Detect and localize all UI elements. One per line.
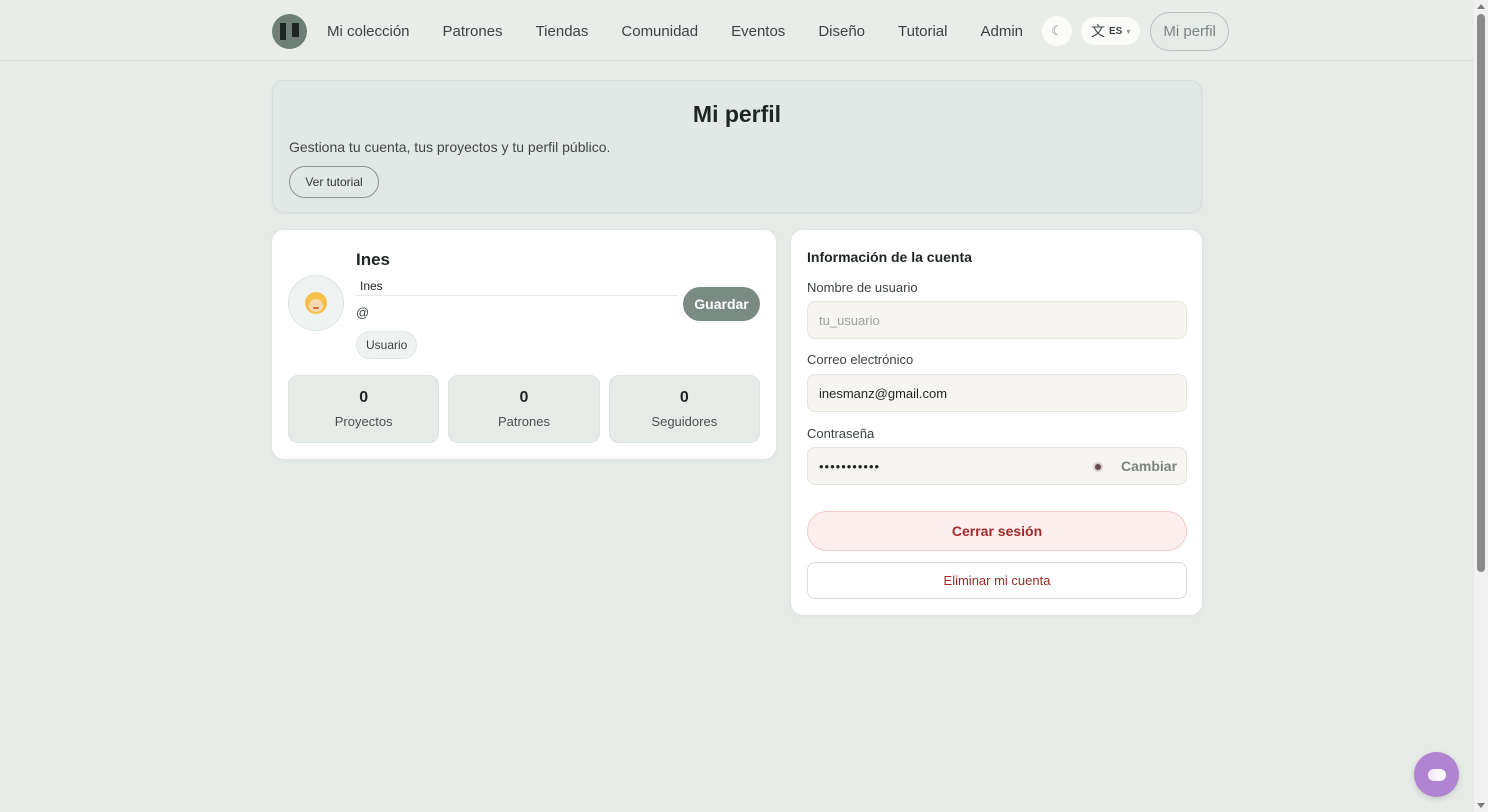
avatar[interactable] [288,275,344,331]
role-badge: Usuario [356,331,418,359]
stat-value: 0 [679,389,689,406]
nav-mi-coleccion[interactable]: Mi colección [327,23,410,40]
account-info-card: Información de la cuenta Nombre de usuar… [791,230,1202,615]
chevron-down-icon: ▾ [1126,26,1131,36]
password-field: Cambiar [807,447,1187,485]
logo-icon[interactable] [272,13,307,49]
theme-toggle-button[interactable]: ☾ [1042,16,1073,46]
profile-display-name: Ines [356,250,391,269]
nav-comunidad[interactable]: Comunidad [621,23,698,40]
language-code: ES [1109,25,1123,37]
username-input[interactable] [807,301,1187,339]
language-selector[interactable]: 文 ES ▾ [1081,17,1141,45]
save-button[interactable]: Guardar [683,287,760,321]
language-icon: 文 [1091,23,1106,39]
nav-tutorial[interactable]: Tutorial [898,23,947,40]
email-input[interactable] [807,374,1187,412]
stat-value: 0 [359,389,369,406]
delete-account-button[interactable]: Eliminar mi cuenta [807,562,1187,599]
display-name-input[interactable] [356,276,678,296]
nav-tiendas[interactable]: Tiendas [536,23,589,40]
profile-button-label: Mi perfil [1163,22,1216,40]
page-title: Mi perfil [692,101,782,127]
chat-button[interactable] [1414,752,1459,797]
nav-patrones[interactable]: Patrones [443,23,503,40]
role-badge-label: Usuario [366,338,408,352]
main-nav: Mi colección Patrones Tiendas Comunidad … [272,11,1229,51]
scroll-up-arrow-icon[interactable] [1477,4,1485,9]
profile-card: Ines @ Usuario Guardar 0 Proyectos 0 Pat… [272,230,776,459]
scroll-down-arrow-icon[interactable] [1477,803,1485,808]
view-tutorial-button[interactable]: Ver tutorial [289,166,379,198]
stat-value: 0 [519,389,529,406]
page-subtitle: Gestiona tu cuenta, tus proyectos y tu p… [289,139,611,155]
avatar-emoji-icon [305,292,327,314]
email-label: Correo electrónico [807,352,914,367]
scrollbar-thumb[interactable] [1477,14,1485,572]
logout-button[interactable]: Cerrar sesión [807,511,1187,551]
nav-eventos[interactable]: Eventos [731,23,785,40]
change-password-link[interactable]: Cambiar [1121,458,1177,474]
stat-label: Patrones [497,414,551,429]
stat-followers: 0 Seguidores [608,375,760,443]
eye-icon[interactable] [1093,462,1103,472]
page: Mi colección Patrones Tiendas Comunidad … [0,0,1488,812]
intro-card: Mi perfil Gestiona tu cuenta, tus proyec… [272,80,1202,213]
stat-projects: 0 Proyectos [288,375,440,443]
stat-label: Proyectos [334,414,393,429]
profile-button[interactable]: Mi perfil [1150,11,1229,51]
account-info-title: Información de la cuenta [807,249,972,265]
moon-icon: ☾ [1051,23,1063,38]
page-scrollbar[interactable] [1474,0,1488,812]
username-label: Nombre de usuario [807,280,918,295]
nav-diseno[interactable]: Diseño [818,23,865,40]
chat-icon [1427,768,1446,781]
nav-admin[interactable]: Admin [980,23,1023,40]
profile-handle: @ [356,305,370,320]
stat-label: Seguidores [651,414,718,429]
top-navigation-bar: Mi colección Patrones Tiendas Comunidad … [0,0,1474,61]
stat-patterns: 0 Patrones [448,375,600,443]
profile-stats: 0 Proyectos 0 Patrones 0 Seguidores [288,375,760,443]
password-label: Contraseña [807,426,875,441]
